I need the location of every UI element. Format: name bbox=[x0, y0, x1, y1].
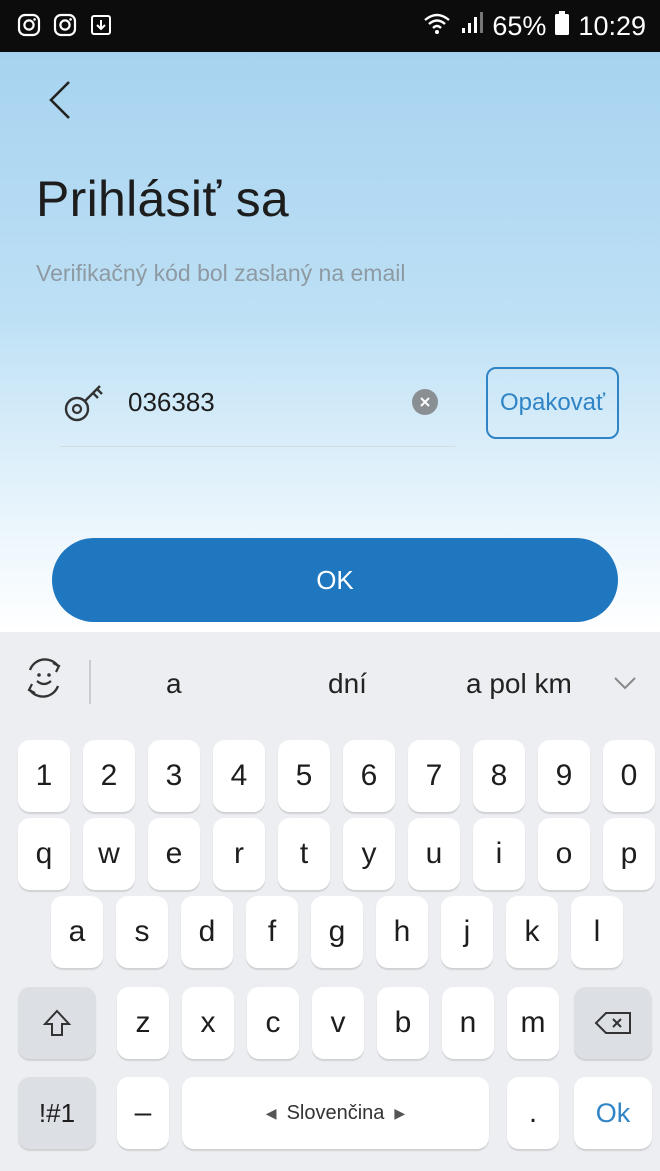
key-l[interactable]: l bbox=[571, 896, 623, 968]
key-h[interactable]: h bbox=[376, 896, 428, 968]
space-language-label: Slovenčina bbox=[286, 1101, 385, 1124]
login-panel: Prihlásiť sa Verifikačný kód bol zaslaný… bbox=[0, 52, 660, 632]
page-title: Prihlásiť sa bbox=[36, 171, 289, 227]
ok-button[interactable]: OK bbox=[52, 538, 618, 622]
key-b[interactable]: b bbox=[377, 987, 429, 1059]
key-c[interactable]: c bbox=[247, 987, 299, 1059]
status-left-icons bbox=[16, 12, 114, 38]
shift-icon bbox=[42, 1009, 72, 1036]
on-screen-keyboard: a dní a pol km 1 2 3 4 5 6 7 8 9 0 q w e… bbox=[0, 632, 660, 1171]
clear-icon[interactable] bbox=[412, 389, 438, 415]
key-e[interactable]: e bbox=[148, 818, 200, 890]
enter-key[interactable]: Ok bbox=[574, 1077, 652, 1149]
key-n[interactable]: n bbox=[442, 987, 494, 1059]
suggestion-bar: a dní a pol km bbox=[0, 632, 660, 738]
key-s[interactable]: s bbox=[116, 896, 168, 968]
key-3[interactable]: 3 bbox=[148, 740, 200, 812]
key-p[interactable]: p bbox=[603, 818, 655, 890]
key-icon bbox=[60, 377, 110, 427]
key-9[interactable]: 9 bbox=[538, 740, 590, 812]
resend-code-button[interactable]: Opakovať bbox=[486, 367, 619, 439]
back-button[interactable] bbox=[30, 70, 90, 130]
key-x[interactable]: x bbox=[182, 987, 234, 1059]
backspace-key[interactable] bbox=[574, 987, 652, 1059]
key-r[interactable]: r bbox=[213, 818, 265, 890]
key-2[interactable]: 2 bbox=[83, 740, 135, 812]
verification-code-input[interactable] bbox=[128, 377, 388, 427]
battery-icon bbox=[554, 10, 570, 43]
key-q[interactable]: q bbox=[18, 818, 70, 890]
key-k[interactable]: k bbox=[506, 896, 558, 968]
verification-code-field bbox=[60, 367, 455, 447]
suggestion-3[interactable]: a pol km bbox=[466, 668, 572, 700]
key-i[interactable]: i bbox=[473, 818, 525, 890]
suggestion-1[interactable]: a bbox=[166, 668, 182, 700]
key-7[interactable]: 7 bbox=[408, 740, 460, 812]
battery-percent: 65% bbox=[492, 11, 547, 41]
key-t[interactable]: t bbox=[278, 818, 330, 890]
key-o[interactable]: o bbox=[538, 818, 590, 890]
backspace-icon bbox=[594, 1012, 631, 1034]
language-next-icon: ▶ bbox=[394, 1104, 406, 1121]
instagram-icon bbox=[16, 12, 42, 38]
key-v[interactable]: v bbox=[312, 987, 364, 1059]
chevron-left-icon bbox=[49, 81, 70, 119]
key-5[interactable]: 5 bbox=[278, 740, 330, 812]
suggestion-2[interactable]: dní bbox=[328, 668, 367, 700]
key-1[interactable]: 1 bbox=[18, 740, 70, 812]
clock: 10:29 bbox=[578, 11, 646, 41]
signal-icon bbox=[460, 11, 484, 42]
verification-subtitle: Verifikačný kód bol zaslaný na email bbox=[36, 260, 406, 286]
key-0[interactable]: 0 bbox=[603, 740, 655, 812]
suggestion-divider bbox=[89, 660, 91, 704]
key-f[interactable]: f bbox=[246, 896, 298, 968]
key-z[interactable]: z bbox=[117, 987, 169, 1059]
shift-key[interactable] bbox=[18, 987, 96, 1059]
chevron-down-icon[interactable] bbox=[612, 670, 638, 696]
symbols-key[interactable]: !#1 bbox=[18, 1077, 96, 1149]
key-m[interactable]: m bbox=[507, 987, 559, 1059]
status-right: 65% 10:29 bbox=[422, 10, 646, 43]
key-4[interactable]: 4 bbox=[213, 740, 265, 812]
instagram-icon bbox=[52, 12, 78, 38]
emoji-icon[interactable] bbox=[20, 654, 68, 702]
key-a[interactable]: a bbox=[51, 896, 103, 968]
key-6[interactable]: 6 bbox=[343, 740, 395, 812]
dash-key[interactable]: – bbox=[117, 1077, 169, 1149]
wifi-icon bbox=[422, 11, 452, 42]
status-bar: 65% 10:29 bbox=[0, 0, 660, 52]
download-icon bbox=[88, 12, 114, 38]
language-prev-icon: ◀ bbox=[265, 1104, 277, 1121]
space-key[interactable]: ◀ Slovenčina ▶ bbox=[182, 1077, 489, 1149]
key-j[interactable]: j bbox=[441, 896, 493, 968]
period-key[interactable]: . bbox=[507, 1077, 559, 1149]
key-d[interactable]: d bbox=[181, 896, 233, 968]
key-u[interactable]: u bbox=[408, 818, 460, 890]
key-w[interactable]: w bbox=[83, 818, 135, 890]
key-g[interactable]: g bbox=[311, 896, 363, 968]
key-y[interactable]: y bbox=[343, 818, 395, 890]
key-8[interactable]: 8 bbox=[473, 740, 525, 812]
